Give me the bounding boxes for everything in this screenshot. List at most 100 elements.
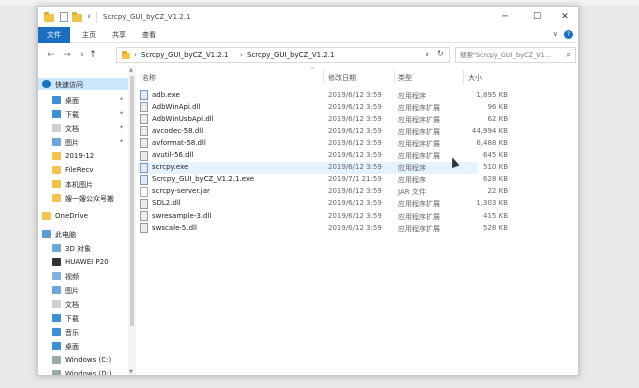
file-date: 2019/6/12 3:59 (328, 126, 382, 135)
file-size: 96 KB (487, 102, 508, 111)
column-header-date[interactable]: 修改日期 (328, 73, 356, 83)
breadcrumb-item[interactable]: Scrcpy_GUI_byCZ_V1.2.1 (141, 51, 228, 59)
file-date: 2019/6/12 3:59 (328, 151, 382, 159)
sidebar-item-label: 音乐 (65, 328, 79, 337)
sidebar-item[interactable]: Windows (D:) (38, 368, 128, 375)
file-name: scrcpy.exe (152, 163, 189, 172)
file-row[interactable]: adb.exe 2019/6/12 3:59 应用程序 1,895 KB (138, 89, 508, 101)
sidebar-item[interactable]: 此电脑 (38, 228, 128, 240)
navigation-pane: 快速访问 桌面 ✦ 下载 ✦ 文档 ✦ 图片 ✦ 2019-12 FileRecv 本机图片 嫂一嫂公众… (38, 66, 128, 375)
minimize-button[interactable]: ─ (490, 7, 520, 27)
sidebar-item[interactable]: 桌面 ✦ (38, 94, 128, 106)
file-row[interactable]: scrcpy.exe 2019/6/12 3:59 应用程序 510 KB (138, 161, 508, 174)
tab-home[interactable]: 主页 (78, 27, 100, 43)
file-row[interactable]: avutil-56.dll 2019/6/12 3:59 应用程序扩展 645 KB (138, 150, 508, 162)
column-divider[interactable] (463, 70, 464, 84)
new-folder-icon[interactable] (72, 12, 82, 22)
pin-icon: ✦ (118, 110, 124, 117)
file-row[interactable]: SDL2.dll 2019/6/12 3:59 应用程序扩展 1,303 KB (138, 198, 508, 210)
tab-file[interactable]: 文件 (38, 27, 70, 43)
address-dropdown-icon[interactable]: ∨ (425, 51, 429, 58)
exe-file-icon (140, 174, 148, 185)
sidebar-item[interactable]: 文档 ✦ (38, 122, 128, 134)
file-row[interactable]: avcodec-58.dll 2019/6/12 3:59 应用程序扩展 44,994… (138, 125, 508, 137)
breadcrumb-item[interactable]: Scrcpy_GUI_byCZ_V1.2.1 (247, 51, 334, 59)
sidebar-item[interactable]: 下载 ✦ (38, 108, 128, 120)
file-row[interactable]: AdbWinUsbApi.dll 2019/6/12 3:59 应用程序扩展 62 K… (138, 113, 508, 125)
file-type: 应用程序扩展 (398, 127, 440, 136)
forward-icon[interactable]: → (62, 49, 72, 61)
tab-view[interactable]: 查看 (138, 27, 160, 43)
sidebar-item[interactable]: HUAWEI P20 (38, 256, 128, 268)
expand-ribbon-icon[interactable]: ∨ (553, 30, 558, 38)
column-header-size[interactable]: 大小 (468, 73, 482, 83)
window-folder-icon (44, 12, 54, 22)
document-icon (52, 124, 61, 132)
back-icon[interactable]: ← (46, 49, 56, 61)
navigation-pane-scrollbar[interactable]: ▲ ▼ (128, 66, 136, 375)
sidebar-item-label: 3D 对象 (65, 244, 92, 253)
maximize-button[interactable]: ☐ (522, 7, 552, 27)
file-row[interactable]: Scrcpy_GUI_byCZ_V1.2.1.exe 2019/7/1 21:59… (138, 174, 508, 186)
sidebar-item[interactable]: 本机图片 (38, 178, 128, 190)
star-icon (42, 80, 51, 88)
help-icon[interactable]: ? (564, 30, 573, 39)
sidebar-item[interactable]: 下载 (38, 312, 128, 324)
file-row[interactable]: avformat-58.dll 2019/6/12 3:59 应用程序扩展 6,488… (138, 137, 508, 149)
quick-access-dropdown-icon[interactable]: ∨ (87, 13, 95, 23)
column-divider[interactable] (323, 70, 324, 84)
sidebar-item[interactable]: 视频 (38, 270, 128, 282)
folder-icon (52, 180, 61, 188)
file-row[interactable]: swresample-3.dll 2019/6/12 3:59 应用程序扩展 415 … (138, 210, 508, 222)
computer-icon (42, 230, 51, 238)
address-bar[interactable]: › Scrcpy_GUI_byCZ_V1.2.1 › Scrcpy_GUI_by… (116, 47, 450, 63)
recent-locations-icon[interactable]: ∨ (77, 49, 87, 61)
sidebar-item[interactable]: 嫂一嫂公众号搬 (38, 192, 128, 204)
folder-icon (52, 166, 61, 174)
file-explorer-window: ∨ Scrcpy_GUI_byCZ_V1.2.1 ─ ☐ ✕ 文件 主页 共享 … (37, 6, 579, 376)
pin-icon: ✦ (118, 124, 124, 131)
sidebar-item[interactable]: Windows (C:) (38, 354, 128, 366)
search-icon[interactable]: ⌕ (567, 50, 571, 60)
sidebar-item[interactable]: 音乐 (38, 326, 128, 338)
drive-icon (52, 370, 61, 375)
dll-file-icon (140, 150, 148, 161)
file-row[interactable]: scrcpy-server.jar 2019/6/12 3:59 JAR 文件 22 … (138, 186, 508, 198)
dll-file-icon (140, 102, 148, 113)
sidebar-item-label: 下载 (65, 110, 79, 119)
column-header-name[interactable]: 名称 (142, 73, 156, 83)
sidebar-item-label: 图片 (65, 286, 79, 295)
properties-icon[interactable] (60, 12, 68, 22)
sidebar-item[interactable]: OneDrive (38, 210, 128, 222)
sidebar-item-label: 2019-12 (65, 151, 95, 160)
dll-file-icon (140, 198, 148, 209)
sidebar-item[interactable]: 快速访问 (38, 78, 128, 90)
refresh-icon[interactable]: ↻ (437, 49, 444, 58)
tab-share[interactable]: 共享 (108, 27, 130, 43)
sidebar-item[interactable]: 图片 (38, 284, 128, 296)
up-icon[interactable]: ↑ (88, 49, 98, 61)
video-icon (52, 272, 61, 280)
search-box[interactable]: ⌕ (455, 47, 576, 63)
sidebar-item[interactable]: FileRecv (38, 164, 128, 176)
sidebar-item-label: FileRecv (65, 165, 94, 174)
sidebar-item[interactable]: 桌面 (38, 340, 128, 352)
column-divider[interactable] (394, 70, 395, 84)
sidebar-item[interactable]: 文档 (38, 298, 128, 310)
desktop-icon (52, 96, 61, 104)
sidebar-item[interactable]: 图片 ✦ (38, 136, 128, 148)
close-button[interactable]: ✕ (550, 7, 578, 27)
sidebar-item[interactable]: 2019-12 (38, 150, 128, 162)
column-header-type[interactable]: 类型 (398, 73, 412, 83)
scrollbar-thumb[interactable] (130, 76, 134, 326)
search-input[interactable] (456, 48, 561, 62)
picture-icon (52, 286, 61, 294)
folder-icon (52, 152, 61, 160)
exe-file-icon (140, 90, 148, 100)
file-row[interactable]: AdbWinApi.dll 2019/6/12 3:59 应用程序扩展 96 KB (138, 101, 508, 113)
file-row[interactable]: swscale-5.dll 2019/6/12 3:59 应用程序扩展 528 KB (138, 222, 508, 234)
file-name: AdbWinApi.dll (152, 102, 201, 111)
scroll-up-icon[interactable]: ▲ (129, 67, 133, 73)
scroll-down-icon[interactable]: ▼ (129, 369, 133, 375)
sidebar-item[interactable]: 3D 对象 (38, 242, 128, 254)
